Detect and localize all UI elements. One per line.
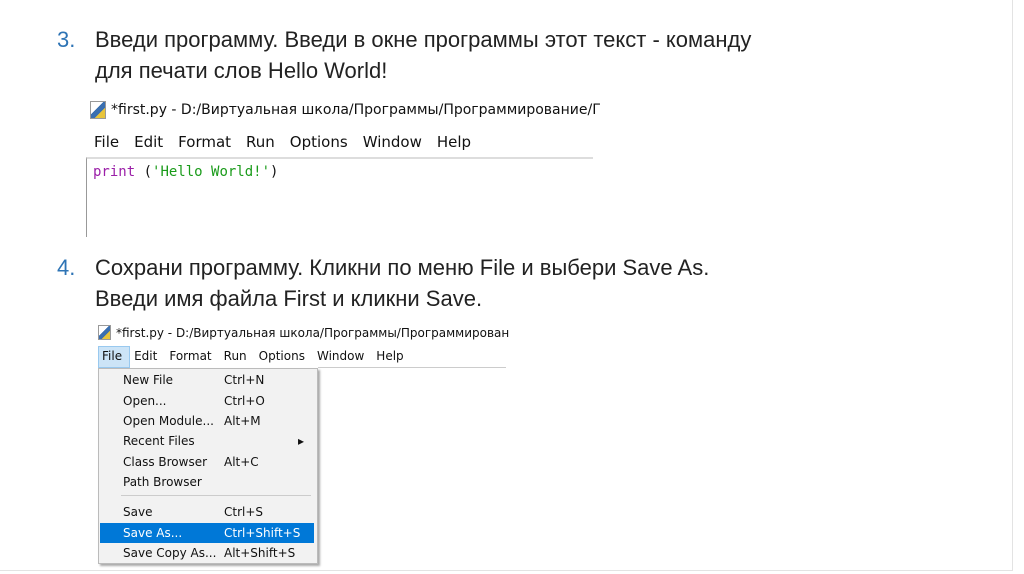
python-file-icon [90,101,106,119]
menu-format[interactable]: Format [178,133,231,151]
file-dropdown-menu: New File Ctrl+N Open... Ctrl+O Open Module… [98,368,318,564]
menu-item-save-as[interactable]: Save As... Ctrl+Shift+S [100,523,314,543]
python-file-icon [98,325,111,340]
menu-edit[interactable]: Edit [134,349,157,363]
submenu-arrow-icon: ▸ [298,434,305,448]
menu-format[interactable]: Format [169,349,211,363]
menu-item-new-file[interactable]: New File Ctrl+N [100,370,314,390]
menu-item-recent-files[interactable]: Recent Files ▸ [100,431,314,451]
idle-editor-screenshot: *first.py - D:/Виртуальная школа/Програм… [86,97,601,237]
menu-window[interactable]: Window [317,349,364,363]
menu-file[interactable]: File [102,349,122,363]
menu-options[interactable]: Options [259,349,305,363]
step-line: Введи имя файла First и кликни Save. [95,286,483,311]
menu-window[interactable]: Window [363,133,422,151]
menu-help[interactable]: Help [376,349,403,363]
menu-item-save-copy-as[interactable]: Save Copy As... Alt+Shift+S [100,543,314,563]
step-line: для печати слов Hello World! [95,58,388,83]
menu-run[interactable]: Run [246,133,275,151]
step-number: 4. [57,255,76,280]
menu-bar: File Edit Format Run Options Window Help [94,133,471,151]
menu-bar: File Edit Format Run Options Window Help [102,349,404,363]
menu-help[interactable]: Help [437,133,471,151]
menu-separator [121,495,311,496]
menu-item-save[interactable]: Save Ctrl+S [100,502,314,522]
menu-edit[interactable]: Edit [134,133,163,151]
code-line: print ('Hello World!') [93,164,279,180]
idle-file-menu-screenshot: *first.py - D:/Виртуальная школа/Програм… [96,322,509,564]
menu-bar-border [318,367,506,368]
menu-item-class-browser[interactable]: Class Browser Alt+C [100,452,314,472]
menu-options[interactable]: Options [290,133,348,151]
menu-file[interactable]: File [94,133,119,151]
menu-item-open[interactable]: Open... Ctrl+O [100,391,314,411]
menu-run[interactable]: Run [224,349,247,363]
step-line: Введи программу. Введи в окне программы … [95,27,752,52]
menu-item-open-module[interactable]: Open Module... Alt+M [100,411,314,431]
step-number: 3. [57,27,76,52]
window-title: *first.py - D:/Виртуальная школа/Програм… [98,325,509,340]
window-title: *first.py - D:/Виртуальная школа/Програм… [90,101,601,119]
step-line: Сохрани программу. Кликни по меню File и… [95,255,710,280]
menu-item-path-browser[interactable]: Path Browser [100,472,314,492]
